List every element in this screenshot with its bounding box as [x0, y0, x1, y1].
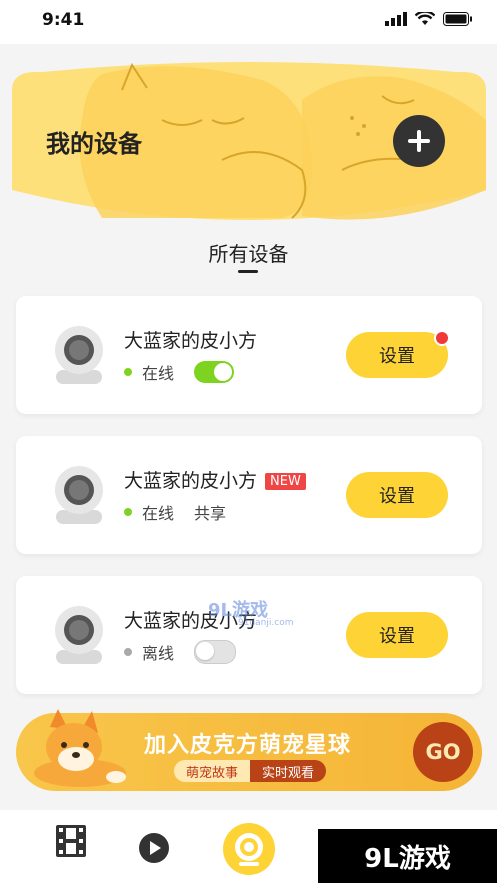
tab-camera[interactable]: [222, 822, 276, 880]
camera-icon: [223, 823, 275, 875]
wifi-icon: [415, 12, 435, 25]
pet-stories-tag[interactable]: 萌宠故事: [174, 760, 251, 782]
device-name-row: 大蓝家的皮小方 NEW: [124, 466, 306, 493]
shared-label: 共享: [194, 504, 227, 523]
camera-device-icon: [55, 606, 103, 664]
device-status-row: 在线 共享: [124, 500, 226, 524]
device-power-toggle[interactable]: [194, 361, 235, 383]
status-dot: [124, 648, 132, 656]
device-status: 离线: [142, 644, 175, 663]
add-device-button[interactable]: [393, 115, 445, 167]
device-settings-button[interactable]: 设置: [346, 472, 448, 518]
notification-dot: [434, 330, 450, 346]
device-name: 大蓝家的皮小方: [124, 330, 258, 352]
live-watch-tag[interactable]: 实时观看: [250, 760, 327, 782]
toggle-knob: [196, 642, 215, 660]
device-settings-button[interactable]: 设置: [346, 332, 448, 378]
film-icon: [56, 825, 86, 857]
device-settings-button[interactable]: 设置: [346, 612, 448, 658]
watermark-url: 91danji.com: [238, 618, 294, 628]
tab-play[interactable]: [138, 832, 170, 868]
banner-title: 加入皮克方萌宠星球: [144, 733, 352, 758]
device-card[interactable]: 大蓝家的皮小方 离线 设置: [16, 576, 482, 694]
camera-device-icon: [55, 466, 103, 524]
tab-videos[interactable]: [55, 824, 87, 862]
pet-planet-banner[interactable]: 加入皮克方萌宠星球 萌宠故事 实时观看 GO: [16, 709, 482, 791]
battery-icon: [443, 12, 472, 26]
play-icon: [139, 833, 169, 863]
banner-tags: 萌宠故事 实时观看: [174, 760, 327, 782]
status-time: 9:41: [42, 10, 85, 30]
device-card[interactable]: 大蓝家的皮小方 NEW 在线 共享 设置: [16, 436, 482, 554]
device-status: 在线: [142, 504, 175, 523]
watermark-badge: 9L游戏: [318, 829, 497, 883]
toggle-knob: [214, 363, 233, 381]
signal-icon: [385, 12, 407, 26]
camera-device-icon: [55, 326, 103, 384]
device-status-row: 离线: [124, 640, 237, 664]
page-title: 我的设备: [46, 130, 142, 158]
device-card[interactable]: 大蓝家的皮小方 在线 设置: [16, 296, 482, 414]
status-bar: 9:41: [0, 0, 497, 44]
device-status-row: 在线: [124, 360, 235, 384]
status-dot: [124, 508, 132, 516]
plus-icon: [408, 130, 430, 152]
status-dot: [124, 368, 132, 376]
new-badge: NEW: [265, 473, 306, 490]
device-name: 大蓝家的皮小方: [124, 470, 258, 492]
go-button[interactable]: GO: [413, 722, 473, 782]
dog-illustration: [34, 709, 126, 787]
section-title: 所有设备: [208, 242, 289, 266]
device-status: 在线: [142, 364, 175, 383]
status-icons: [385, 12, 473, 26]
section-underline: [238, 270, 258, 273]
device-power-toggle[interactable]: [194, 640, 237, 664]
